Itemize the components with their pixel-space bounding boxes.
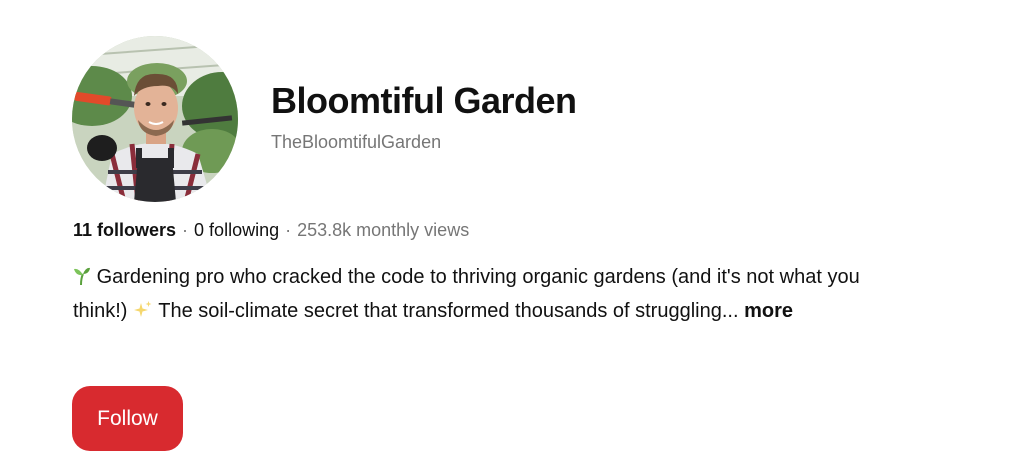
profile-name: Bloomtiful Garden xyxy=(271,80,577,121)
profile-header: Bloomtiful Garden TheBloomtifulGarden 11… xyxy=(0,0,1024,474)
follow-button[interactable]: Follow xyxy=(72,386,183,451)
profile-handle: TheBloomtifulGarden xyxy=(271,132,442,152)
avatar[interactable] xyxy=(72,36,238,202)
following-count[interactable]: 0 following xyxy=(194,220,279,240)
followers-count[interactable]: 11 followers xyxy=(73,220,176,240)
stats-separator: · xyxy=(182,220,189,240)
profile-bio: Gardening pro who cracked the code to th… xyxy=(73,262,863,330)
monthly-views: 253.8k monthly views xyxy=(297,220,470,240)
bio-text-part2: The soil-climate secret that transformed… xyxy=(158,300,739,322)
sparkles-icon xyxy=(133,299,153,330)
sprout-icon xyxy=(73,265,91,296)
avatar-gardener-photo-icon xyxy=(72,36,238,202)
bio-more-link[interactable]: more xyxy=(744,300,793,322)
stats-separator: · xyxy=(285,220,292,240)
profile-stats: 11 followers · 0 following · 253.8k monthly … xyxy=(73,220,469,241)
